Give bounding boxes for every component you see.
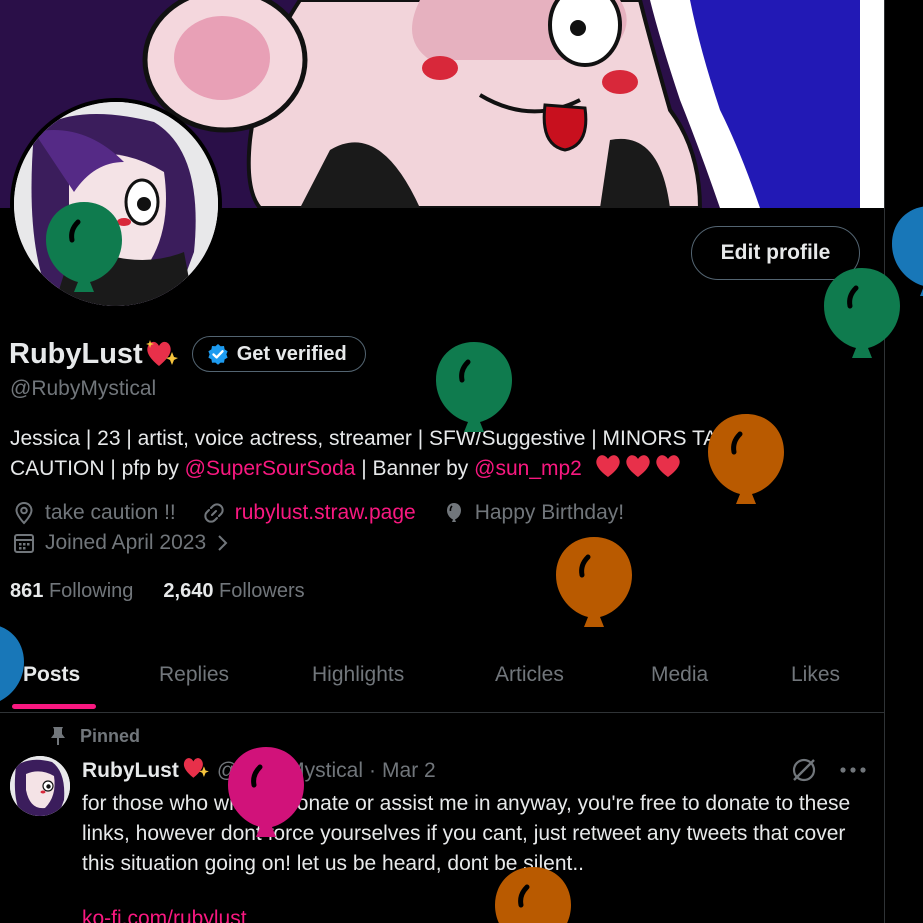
tab-replies[interactable]: Replies [159,638,229,712]
tab-articles[interactable]: Articles [495,638,564,712]
profile-column: Edit profile RubyLust Get verified @Ruby… [0,0,884,923]
profile-name-row: RubyLust Get verified [9,334,366,374]
post-header: RubyLust @RubyMystical · Mar 2 [82,756,436,786]
profile-joined[interactable]: Joined April 2023 [12,531,232,555]
profile-handle: @RubyMystical [10,377,157,400]
post-author-avatar[interactable] [10,756,70,816]
followers-link[interactable]: 2,640 Followers [163,580,304,603]
sparkling-heart-icon [144,338,178,370]
profile-bio: Jessica | 23 | artist, voice actress, st… [10,424,830,484]
pin-icon [51,727,65,745]
profile-website[interactable]: rubylust.straw.page [202,501,416,525]
avatar-image [14,102,218,306]
post-author-handle[interactable]: @RubyMystical [217,759,363,783]
balloon-icon [446,503,461,522]
post-kofi-link[interactable]: ko-fi.com/rubylust [82,907,247,923]
tab-likes[interactable]: Likes [791,638,840,712]
profile-tabs: Posts Replies Highlights Articles Media … [0,638,884,713]
bio-line-2: CAUTION | pfp by @SuperSourSoda | Banner… [10,454,830,484]
banner-artist-link[interactable]: @sun_mp2 [474,457,582,480]
post-author-name[interactable]: RubyLust [82,759,179,783]
post-body: for those who wish to donate or assist m… [82,792,851,875]
profile-birthday: Happy Birthday! [442,501,624,525]
calendar-icon [14,534,34,553]
bio-line-1: Jessica | 23 | artist, voice actress, st… [10,427,746,450]
display-name: RubyLust [9,337,143,370]
following-link[interactable]: 861 Following [10,580,133,603]
post-separator: · [369,759,377,782]
get-verified-label: Get verified [236,342,347,365]
tab-posts[interactable]: Posts [23,638,80,712]
profile-avatar[interactable] [10,98,222,310]
verified-badge-icon [208,344,228,365]
post-actions [790,756,866,784]
edit-profile-button[interactable]: Edit profile [691,226,860,280]
chevron-right-icon [218,535,228,551]
right-gutter [885,0,923,923]
sparkling-heart-icon [181,755,209,787]
link-icon [204,503,224,523]
more-icon[interactable] [840,765,866,775]
grok-icon[interactable] [790,756,818,784]
follow-counts: 861 Following 2,640 Followers [10,580,305,603]
profile-joined-row[interactable]: Joined April 2023 [12,531,258,555]
pfp-artist-link[interactable]: @SuperSourSoda [185,457,356,480]
post-date[interactable]: Mar 2 [382,759,436,783]
pinned-indicator: Pinned [48,725,140,747]
tab-highlights[interactable]: Highlights [312,638,404,712]
get-verified-button[interactable]: Get verified [191,336,366,372]
profile-location: take caution !! [12,501,176,525]
active-tab-indicator [12,704,96,709]
tab-media[interactable]: Media [651,638,708,712]
location-icon [15,501,33,525]
profile-meta-row: take caution !! rubylust.straw.page Happ… [12,501,650,525]
red-hearts-icon [594,454,682,478]
